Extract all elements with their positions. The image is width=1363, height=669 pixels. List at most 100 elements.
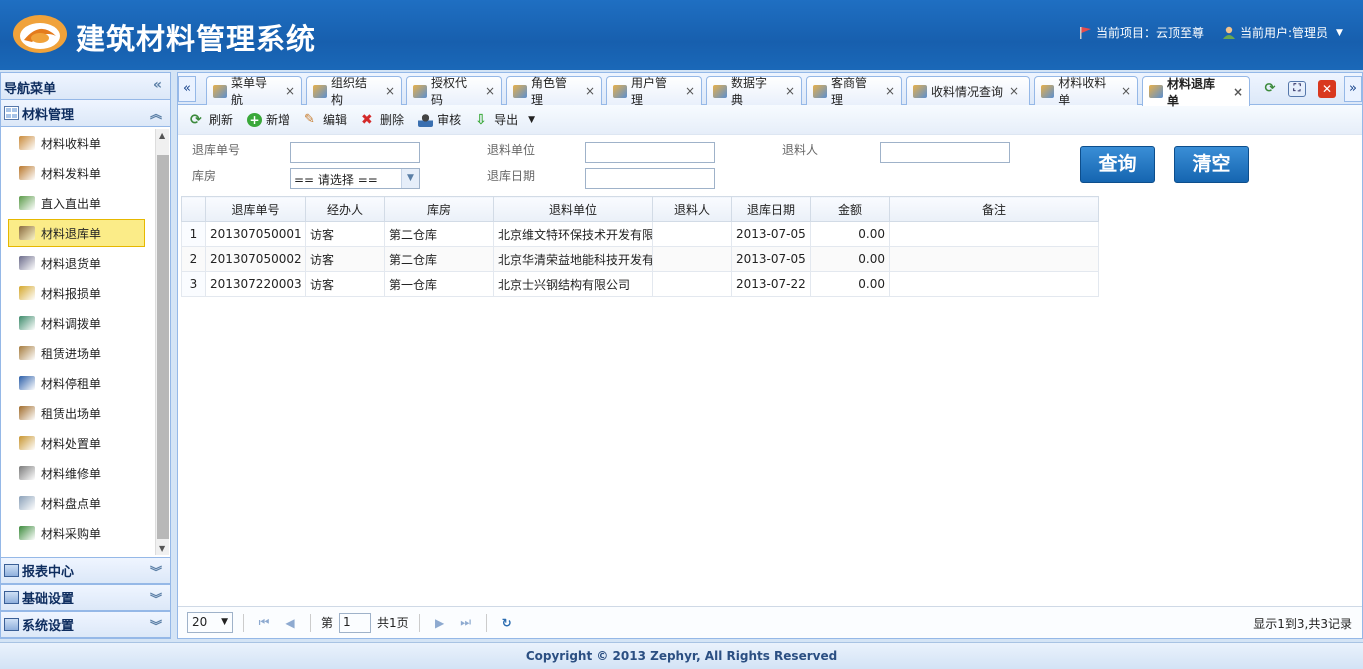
column-header[interactable]: 经办人 (305, 196, 385, 222)
column-header[interactable]: 备注 (889, 196, 1099, 222)
column-header[interactable]: 退库日期 (731, 196, 811, 222)
tab[interactable]: 授权代码 × (406, 76, 502, 107)
return-no-label: 退库单号 (192, 143, 241, 157)
scroll-up-icon[interactable]: ▲ (159, 131, 165, 140)
tab[interactable]: 数据字典 × (706, 76, 802, 107)
table-row[interactable]: 3 201307220003 访客 第一仓库 北京士兴钢结构有限公司 2013-07-22… (181, 271, 1099, 297)
tab[interactable]: 菜单导航 × (206, 76, 302, 107)
page-input[interactable]: 1 (339, 612, 372, 633)
add-button[interactable]: + 新增 (247, 111, 290, 128)
accordion-group[interactable]: 系统设置 ︾ (1, 611, 170, 638)
close-icon[interactable]: × (1009, 84, 1019, 98)
scroll-thumb[interactable] (157, 155, 169, 539)
tab[interactable]: 收料情况查询 × (906, 76, 1030, 105)
sidebar-scrollbar[interactable]: ▲ ▼ (155, 129, 169, 555)
column-header[interactable]: 金额 (810, 196, 890, 222)
close-icon[interactable]: × (1121, 84, 1131, 98)
sidebar-item[interactable]: 材料调拨单 (1, 308, 155, 338)
column-header[interactable]: 退库单号 (205, 196, 306, 222)
close-icon[interactable]: × (385, 84, 395, 98)
row-number-header (181, 196, 206, 222)
close-icon[interactable]: × (885, 84, 895, 98)
accordion-materials[interactable]: 材料管理 ︽ (1, 100, 170, 127)
tab-label: 材料收料单 (1058, 76, 1107, 107)
pager-divider (310, 613, 311, 632)
chevron-down-icon[interactable]: ▼ (1336, 28, 1343, 38)
table-row[interactable]: 2 201307050002 访客 第二仓库 北京华清荣益地能科技开发有 2013-07-… (181, 246, 1099, 272)
pencil-icon: ✎ (304, 111, 315, 127)
query-button[interactable]: 查询 (1080, 146, 1155, 183)
page-size-select[interactable]: 20 ▼ (187, 612, 233, 633)
return-no-input[interactable] (290, 142, 420, 163)
close-icon[interactable]: × (685, 84, 695, 98)
sidebar-item[interactable]: 材料发料单 (1, 158, 155, 188)
sidebar-item[interactable]: 材料退库单 (8, 219, 145, 247)
accordion-group[interactable]: 报表中心 ︾ (1, 557, 170, 584)
close-icon[interactable]: × (585, 84, 595, 98)
maximize-icon[interactable]: ⛶ (1288, 81, 1306, 97)
chevron-down-icon[interactable]: ▼ (401, 169, 419, 188)
sidebar-item[interactable]: 材料停租单 (1, 368, 155, 398)
reload-icon[interactable]: ↻ (497, 616, 517, 630)
close-icon[interactable]: × (485, 84, 495, 98)
refresh-tab-icon[interactable]: ⟳ (1259, 79, 1281, 99)
tabs-scroll-left-icon[interactable]: « (178, 76, 196, 102)
date-input[interactable] (585, 168, 715, 189)
close-icon[interactable]: × (785, 84, 795, 98)
lock-icon (413, 84, 427, 98)
sidebar-item[interactable]: 材料退货单 (1, 248, 155, 278)
column-header[interactable]: 退料人 (652, 196, 732, 222)
chevron-up-icon[interactable]: ︽ (150, 105, 162, 122)
prev-page-icon[interactable]: ◀ (280, 616, 300, 630)
refresh-button[interactable]: ⟳ 刷新 (190, 111, 233, 128)
sidebar-item[interactable]: 材料维修单 (1, 458, 155, 488)
person-label: 退料人 (782, 143, 819, 157)
last-page-icon[interactable]: ⏭ (456, 615, 476, 630)
sidebar-item[interactable]: 材料采购单 (1, 518, 155, 548)
truck-icon (19, 226, 35, 240)
sidebar-item[interactable]: 材料收料单 (1, 128, 155, 158)
column-header[interactable]: 库房 (384, 196, 494, 222)
chevron-down-icon[interactable]: ︾ (150, 617, 162, 634)
tab-bar: « ⟳ ⛶ ✕ » 菜单导航 × 组织结构 × 授权代码 × 角色管理 × 用户管理 × 数据字典 ×… (178, 73, 1362, 108)
close-icon[interactable]: × (1233, 85, 1243, 99)
tab[interactable]: 角色管理 × (506, 76, 602, 107)
scroll-down-icon[interactable]: ▼ (159, 544, 165, 553)
next-page-icon[interactable]: ▶ (430, 616, 450, 630)
delete-button[interactable]: ✖ 删除 (361, 111, 404, 128)
close-icon[interactable]: × (285, 84, 295, 98)
unit-input[interactable] (585, 142, 715, 163)
tabs-scroll-right-icon[interactable]: » (1344, 76, 1362, 102)
chevron-down-icon[interactable]: ︾ (150, 590, 162, 607)
sidebar-item[interactable]: 租赁进场单 (1, 338, 155, 368)
sidebar-item[interactable]: 租赁出场单 (1, 398, 155, 428)
warehouse-select[interactable]: == 请选择 == ▼ (290, 168, 420, 189)
tab[interactable]: 客商管理 × (806, 76, 902, 107)
sidebar-groups: 报表中心 ︾ 基础设置 ︾ 系统设置 ︾ (1, 557, 170, 638)
current-user[interactable]: 当前用户:管理员 ▼ (1222, 24, 1343, 41)
person-input[interactable] (880, 142, 1010, 163)
table-row[interactable]: 1 201307050001 访客 第二仓库 北京维文特环保技术开发有限 2013-07-… (181, 221, 1099, 247)
column-header[interactable]: 退料单位 (493, 196, 653, 222)
row-number: 2 (181, 246, 206, 272)
first-page-icon[interactable]: ⏮ (254, 615, 274, 630)
sidebar-item[interactable]: 直入直出单 (1, 188, 155, 218)
close-all-icon[interactable]: ✕ (1318, 80, 1336, 98)
chevron-down-icon[interactable]: ︾ (150, 563, 162, 580)
edit-button[interactable]: ✎ 编辑 (304, 111, 347, 128)
tab[interactable]: 材料退库单 × (1142, 76, 1250, 108)
accordion-label: 系统设置 (22, 619, 75, 634)
merchant-icon (813, 84, 827, 98)
sidebar-item[interactable]: 材料报损单 (1, 278, 155, 308)
accordion-group[interactable]: 基础设置 ︾ (1, 584, 170, 611)
export-button[interactable]: ⇩ 导出 ▼ (475, 111, 535, 128)
collapse-sidebar-icon[interactable]: « (153, 77, 162, 93)
row-number: 3 (181, 271, 206, 297)
sidebar-item[interactable]: 材料处置单 (1, 428, 155, 458)
sidebar-item[interactable]: 材料盘点单 (1, 488, 155, 518)
audit-button[interactable]: 审核 (418, 111, 461, 128)
tab[interactable]: 组织结构 × (306, 76, 402, 107)
clear-button[interactable]: 清空 (1174, 146, 1249, 183)
tab[interactable]: 材料收料单 × (1034, 76, 1138, 107)
tab[interactable]: 用户管理 × (606, 76, 702, 107)
